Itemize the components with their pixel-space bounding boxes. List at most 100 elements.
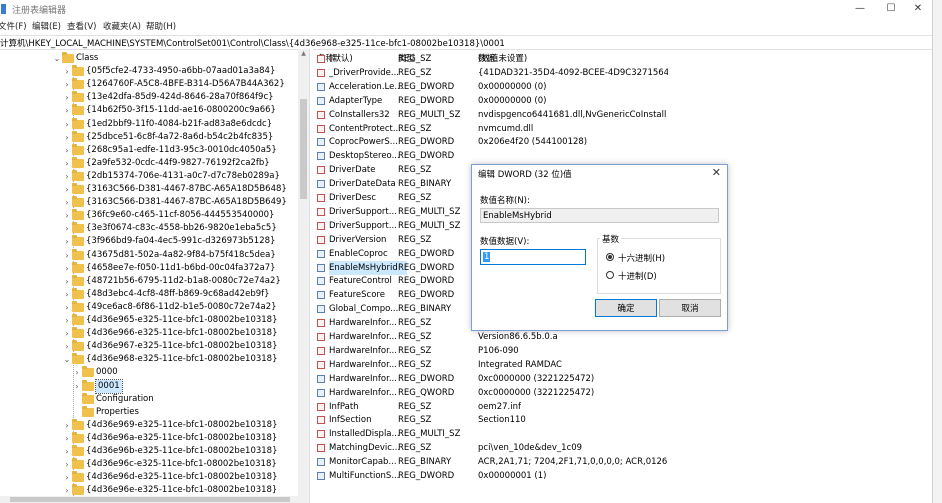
- value-row[interactable]: ContentProtect... REG_SZ nvmcumd.dll: [313, 122, 932, 136]
- value-data-text[interactable]: 1: [483, 252, 491, 262]
- value-name[interactable]: HardwareInfor...: [329, 344, 407, 358]
- collapse-chevron-icon[interactable]: ›: [62, 170, 72, 183]
- tree-item-label[interactable]: {4d36e966-e325-11ce-bfc1-08002be10318}: [86, 327, 278, 340]
- value-row[interactable]: HardwareInfor... REG_SZ Version86.6.5b.0.a: [313, 330, 932, 344]
- tree-item-label[interactable]: {2a9fe532-0cdc-44f9-9827-76192f2ca2fb}: [86, 157, 270, 170]
- scroll-up-arrow-icon[interactable]: ▲: [298, 49, 309, 58]
- value-row[interactable]: CoprocPowerS... REG_DWORD 0x206e4f20 (5441…: [313, 135, 932, 149]
- collapse-chevron-icon[interactable]: ›: [62, 275, 72, 288]
- value-row[interactable]: InstalledDispla... REG_MULTI_SZ: [313, 427, 932, 441]
- collapse-chevron-icon[interactable]: ›: [62, 65, 72, 78]
- tree-item-label[interactable]: {1264760F-A5C8-4BFE-B314-D56A7B44A362}: [86, 78, 285, 91]
- tree-item-label[interactable]: {25dbce51-6c8f-4a72-8a6d-b54c2b4fc835}: [86, 131, 273, 144]
- tree-item-label[interactable]: {268c95a1-edfe-11d3-95c3-0010dc4050a5}: [86, 144, 277, 157]
- tree-item[interactable]: › {4d36e966-e325-11ce-bfc1-08002be10318}: [0, 327, 298, 340]
- tree-item-label[interactable]: {4d36e969-e325-11ce-bfc1-08002be10318}: [86, 419, 278, 432]
- tree-item[interactable]: ⌄ {4d36e968-e325-11ce-bfc1-08002be10318}: [0, 353, 298, 366]
- value-row[interactable]: MonitorCapab... REG_BINARY ACR,2A1,71; 720…: [313, 455, 932, 469]
- collapse-chevron-icon[interactable]: ›: [62, 432, 72, 445]
- collapse-chevron-icon[interactable]: ›: [62, 327, 72, 340]
- tree-vertical-scrollbar[interactable]: ▲: [298, 49, 309, 497]
- value-row[interactable]: HardwareInfor... REG_QWORD 0xc0000000 (322…: [313, 386, 932, 400]
- tree-item-child[interactable]: › 0000: [0, 366, 298, 379]
- ok-button[interactable]: 确定: [595, 299, 657, 317]
- tree-item-label[interactable]: {4d36e96c-e325-11ce-bfc1-08002be10318}: [86, 458, 277, 471]
- value-name[interactable]: HardwareInfor...: [329, 386, 407, 400]
- value-name[interactable]: _DriverProvide...: [329, 66, 407, 80]
- tree-item-selected[interactable]: › 0001: [0, 378, 298, 394]
- tree-item-label[interactable]: {4658ee7e-f050-11d1-b6bd-00c04fa372a7}: [86, 262, 276, 275]
- tree-item[interactable]: › {4d36e969-e325-11ce-bfc1-08002be10318}: [0, 418, 298, 432]
- address-path[interactable]: 计算机\HKEY_LOCAL_MACHINE\SYSTEM\ControlSet…: [0, 37, 505, 49]
- tree-item-class[interactable]: ⌄ Class: [0, 52, 298, 65]
- collapse-chevron-icon[interactable]: ›: [62, 288, 72, 301]
- collapse-chevron-icon[interactable]: ›: [62, 314, 72, 327]
- collapse-chevron-icon[interactable]: ›: [62, 183, 72, 196]
- expand-chevron-icon[interactable]: ⌄: [62, 353, 72, 366]
- collapse-chevron-icon[interactable]: ›: [62, 471, 72, 484]
- tree-item-label[interactable]: 0001: [95, 378, 123, 394]
- tree-item[interactable]: › {36fc9e60-c465-11cf-8056-444553540000}: [0, 209, 298, 222]
- collapse-chevron-icon[interactable]: ›: [62, 91, 72, 104]
- tree-item-label[interactable]: {4d36e965-e325-11ce-bfc1-08002be10318}: [86, 314, 278, 327]
- tree-item-label[interactable]: {14b62f50-3f15-11dd-ae16-0800200c9a66}: [86, 104, 276, 117]
- collapse-chevron-icon[interactable]: ›: [62, 445, 72, 458]
- value-name[interactable]: DriverDateData: [329, 177, 407, 191]
- collapse-chevron-icon[interactable]: ›: [62, 78, 72, 91]
- tree-item-label[interactable]: {49ce6ac8-6f86-11d2-b1e5-0080c72e74a2}: [86, 301, 277, 314]
- collapse-chevron-icon[interactable]: ›: [62, 419, 72, 432]
- tree-item-label[interactable]: {48d3ebc4-4cf8-48ff-b869-9c68ad42eb9f}: [86, 288, 270, 301]
- value-name[interactable]: DriverDesc: [329, 191, 407, 205]
- tree-item-child[interactable]: Properties: [0, 405, 298, 419]
- tree-item[interactable]: › {14b62f50-3f15-11dd-ae16-0800200c9a66}: [0, 104, 298, 117]
- value-name[interactable]: HardwareInfor...: [329, 372, 407, 386]
- tree-item-label[interactable]: {05f5cfe2-4733-4950-a6bb-07aad01a3a84}: [86, 65, 275, 78]
- tree-item-label[interactable]: {3e3f0674-c83c-4558-bb26-9820e1eba5c5}: [86, 222, 277, 235]
- tree-item[interactable]: › {48d3ebc4-4cf8-48ff-b869-9c68ad42eb9f}: [0, 287, 298, 301]
- collapse-chevron-icon[interactable]: ›: [62, 235, 72, 248]
- tree-item[interactable]: › {2db15374-706e-4131-a0c7-d7c78eb0289a}: [0, 169, 298, 183]
- tree-item[interactable]: › {43675d81-502a-4a82-9f84-b75f418c5dea}: [0, 248, 298, 262]
- value-name[interactable]: EnableCoproc: [329, 247, 407, 261]
- tree-hscroll-thumb[interactable]: [10, 497, 290, 502]
- tree-item-child[interactable]: Configuration: [0, 392, 298, 406]
- collapse-chevron-icon[interactable]: ›: [62, 301, 72, 314]
- tree-item-label[interactable]: 0000: [96, 366, 118, 379]
- value-name[interactable]: DesktopStereo...: [329, 149, 407, 163]
- cancel-button[interactable]: 取消: [659, 299, 721, 317]
- tree-item-label[interactable]: {4d36e96d-e325-11ce-bfc1-08002be10318}: [86, 471, 278, 484]
- tree-item-label[interactable]: {4d36e96b-e325-11ce-bfc1-08002be10318}: [86, 445, 278, 458]
- tree-item[interactable]: › {3163C566-D381-4467-87BC-A65A18D5B648}: [0, 183, 298, 196]
- tree-item[interactable]: › {2a9fe532-0cdc-44f9-9827-76192f2ca2fb}: [0, 156, 298, 170]
- tree-item-label[interactable]: {4d36e967-e325-11ce-bfc1-08002be10318}: [86, 340, 278, 353]
- value-name[interactable]: InstalledDispla...: [329, 427, 407, 441]
- value-name[interactable]: EnableMsHybrid: [329, 260, 407, 275]
- tree-item-label[interactable]: {3163C566-D381-4467-87BC-A65A18D5B648}: [86, 183, 287, 196]
- value-row[interactable]: (默认) REG_SZ (数值未设置): [313, 52, 932, 66]
- collapse-chevron-icon[interactable]: ›: [62, 131, 72, 144]
- menu-edit[interactable]: 编辑(E): [32, 20, 61, 32]
- value-row[interactable]: Acceleration.Le... REG_DWORD 0x00000000 (0…: [313, 80, 932, 94]
- tree-item[interactable]: › {4d36e96b-e325-11ce-bfc1-08002be10318}: [0, 445, 298, 458]
- dec-radio[interactable]: [606, 271, 614, 279]
- tree-item[interactable]: › {48721b56-6795-11d2-b1a8-0080c72e74a2}: [0, 274, 298, 288]
- menu-view[interactable]: 查看(V): [67, 20, 96, 32]
- value-row[interactable]: MultiFunctionS... REG_DWORD 0x00000001 (1): [313, 469, 932, 483]
- value-name[interactable]: CoInstallers32: [329, 108, 407, 122]
- collapse-chevron-icon[interactable]: ›: [62, 458, 72, 471]
- tree-item[interactable]: › {25dbce51-6c8f-4a72-8a6d-b54c2b4fc835}: [0, 130, 298, 144]
- tree-item[interactable]: › {3163C566-D381-4467-87BC-A65A18D5B649}: [0, 196, 298, 209]
- value-name[interactable]: MonitorCapab...: [329, 455, 407, 469]
- tree-item[interactable]: › {05f5cfe2-4733-4950-a6bb-07aad01a3a84}: [0, 65, 298, 78]
- address-bar[interactable]: 计算机\HKEY_LOCAL_MACHINE\SYSTEM\ControlSet…: [0, 35, 932, 50]
- collapse-chevron-icon[interactable]: ›: [62, 144, 72, 157]
- tree-item[interactable]: › {3f966bd9-fa04-4ec5-991c-d326973b5128}: [0, 235, 298, 248]
- value-name[interactable]: HardwareInfor...: [329, 316, 407, 330]
- value-name[interactable]: HardwareInfor...: [329, 358, 407, 372]
- menu-file[interactable]: 文件(F): [0, 20, 27, 32]
- value-name[interactable]: DriverSupport...: [329, 205, 407, 219]
- value-row[interactable]: AdapterType REG_DWORD 0x00000000 (0): [313, 94, 932, 108]
- tree-item[interactable]: › {1264760F-A5C8-4BFE-B314-D56A7B44A362}: [0, 78, 298, 91]
- tree-item-label[interactable]: {2db15374-706e-4131-a0c7-d7c78eb0289a}: [86, 170, 280, 183]
- value-row[interactable]: HardwareInfor... REG_DWORD 0xc0000000 (322…: [313, 372, 932, 386]
